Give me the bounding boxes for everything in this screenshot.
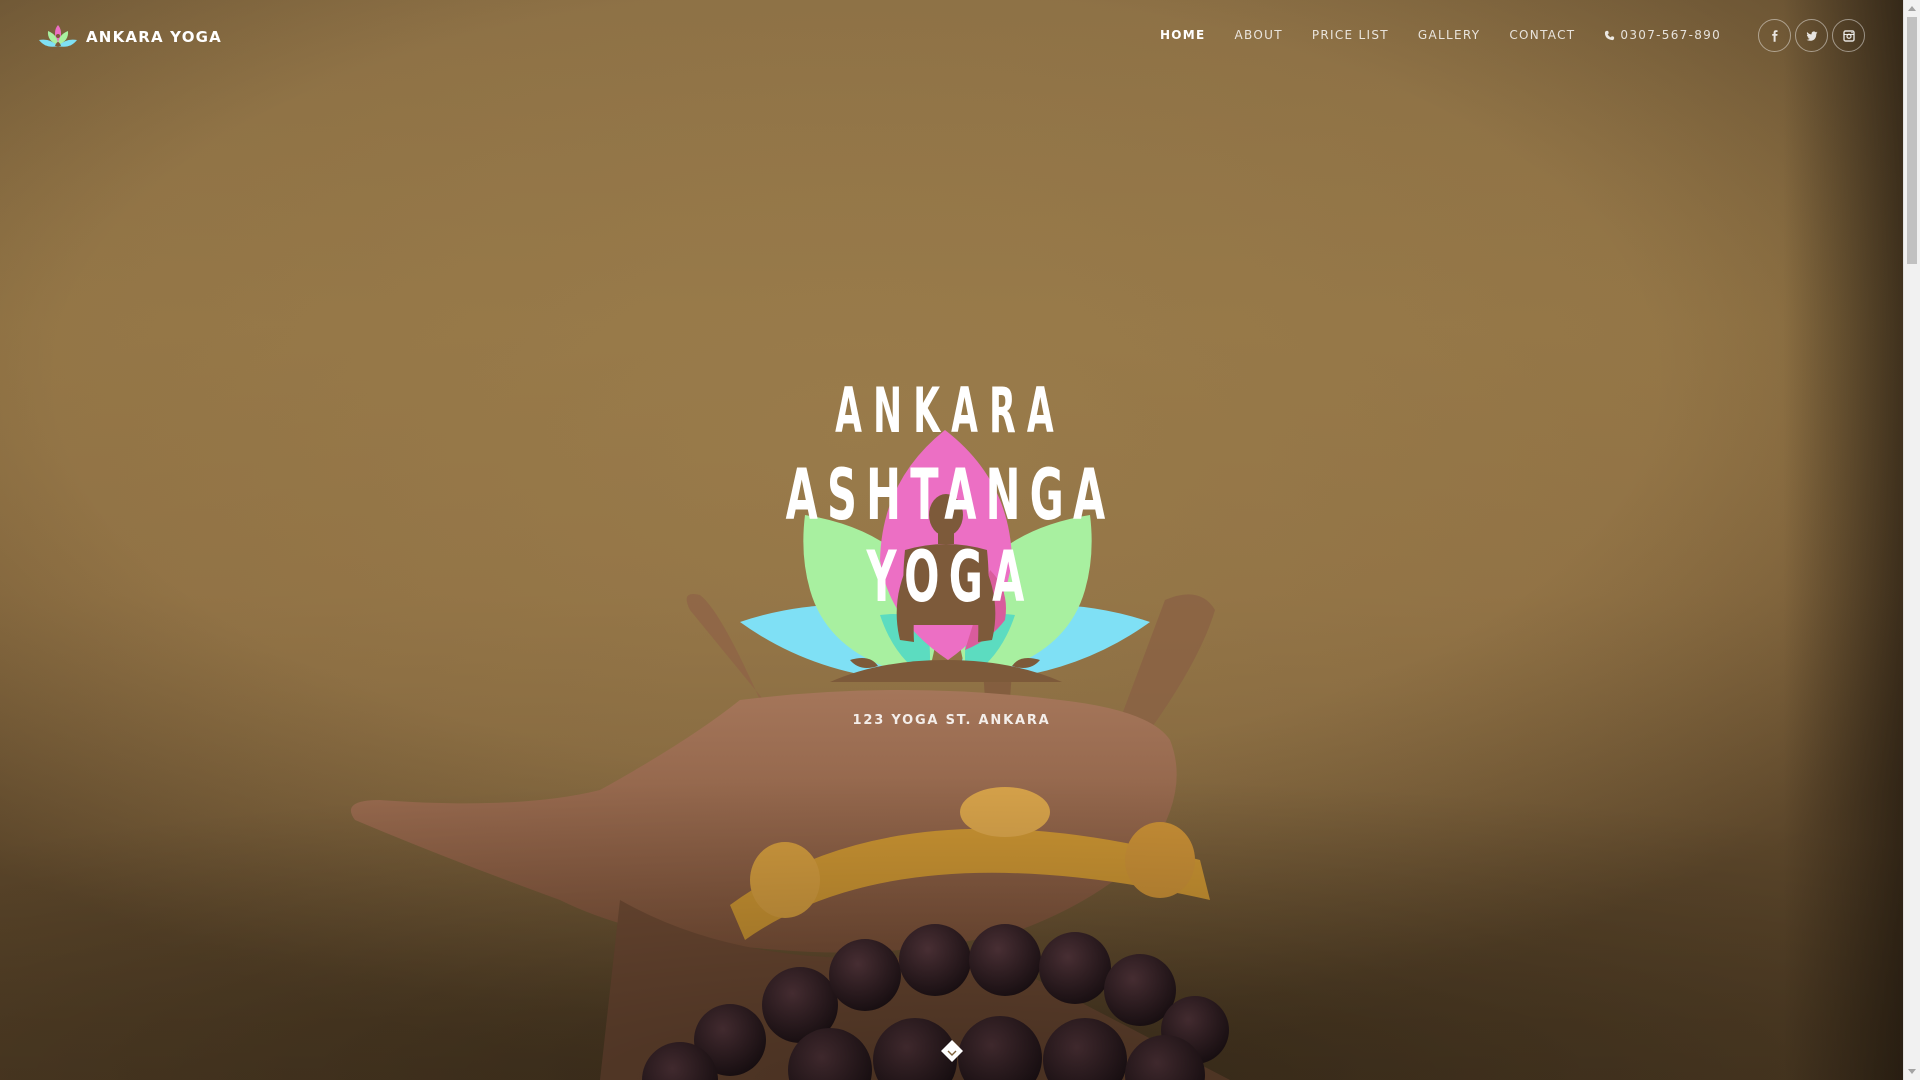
lotus-icon xyxy=(39,25,77,47)
nav-item-phone[interactable]: 0307-567-890 xyxy=(1604,28,1721,42)
phone-icon xyxy=(1605,30,1615,40)
twitter-icon xyxy=(1805,30,1817,41)
instagram-button[interactable] xyxy=(1832,19,1865,52)
nav-item-contact[interactable]: CONTACT xyxy=(1509,28,1575,42)
brand-link[interactable]: ANKARA YOGA xyxy=(38,22,222,52)
scrollbar-thumb[interactable] xyxy=(1907,17,1917,264)
scroll-down-arrow-icon[interactable] xyxy=(1908,1069,1916,1074)
nav-item-price-list[interactable]: PRICE LIST xyxy=(1312,28,1389,42)
brand-name: ANKARA YOGA xyxy=(86,28,222,46)
scroll-up-arrow-icon[interactable] xyxy=(1908,6,1916,11)
social-links xyxy=(1758,19,1865,52)
hero-title-line-2: ASHTANGA YOGA xyxy=(785,454,1115,618)
hero-address: 123 YOGA ST. ANKARA xyxy=(852,713,1051,728)
hero-vignette xyxy=(1783,0,1903,1080)
nav-item-about[interactable]: ABOUT xyxy=(1235,28,1283,42)
hero-title-line-1: ANKARA xyxy=(835,374,1065,447)
twitter-button[interactable] xyxy=(1795,19,1828,52)
chevron-down-icon[interactable] xyxy=(940,1039,964,1063)
hero-logo: ANKARA ASHTANGA YOGA xyxy=(700,360,1200,690)
page-scrollbar[interactable] xyxy=(1903,0,1920,1080)
main-nav: HOME ABOUT PRICE LIST GALLERY CONTACT 03… xyxy=(1131,28,1721,42)
nav-item-home[interactable]: HOME xyxy=(1160,28,1206,42)
nav-item-gallery[interactable]: GALLERY xyxy=(1418,28,1480,42)
phone-number: 0307-567-890 xyxy=(1620,28,1721,42)
top-navigation: ANKARA YOGA HOME ABOUT PRICE LIST GALLER… xyxy=(0,0,1903,74)
page: ANKARA YOGA HOME ABOUT PRICE LIST GALLER… xyxy=(0,0,1920,1080)
facebook-icon xyxy=(1771,29,1778,42)
instagram-icon xyxy=(1842,29,1855,42)
facebook-button[interactable] xyxy=(1758,19,1791,52)
